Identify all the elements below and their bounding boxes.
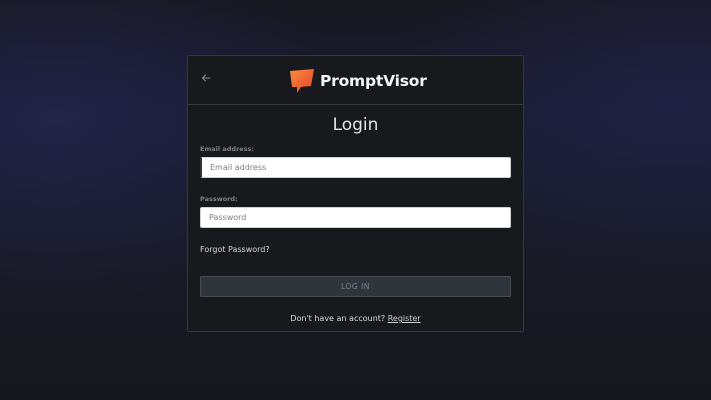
register-prompt: Don't have an account? <box>290 314 386 323</box>
register-link[interactable]: Register <box>388 314 421 323</box>
login-button[interactable]: LOG IN <box>200 276 511 297</box>
password-label: Password: <box>200 195 238 203</box>
forgot-password-link[interactable]: Forgot Password? <box>200 245 270 254</box>
page-title: Login <box>332 115 379 135</box>
arrow-left-icon <box>202 74 211 82</box>
back-button[interactable] <box>201 73 215 87</box>
email-input[interactable] <box>200 157 511 178</box>
card-header: PromptVisor <box>188 56 523 105</box>
login-card: PromptVisor Login Email address: Passwor… <box>187 55 524 332</box>
email-label: Email address: <box>200 145 254 153</box>
speech-bubble-logo-icon <box>290 69 314 93</box>
register-row: Don't have an account? Register <box>188 314 523 323</box>
password-input[interactable] <box>200 207 511 228</box>
logo-text: PromptVisor <box>320 72 427 90</box>
logo: PromptVisor <box>289 68 427 94</box>
